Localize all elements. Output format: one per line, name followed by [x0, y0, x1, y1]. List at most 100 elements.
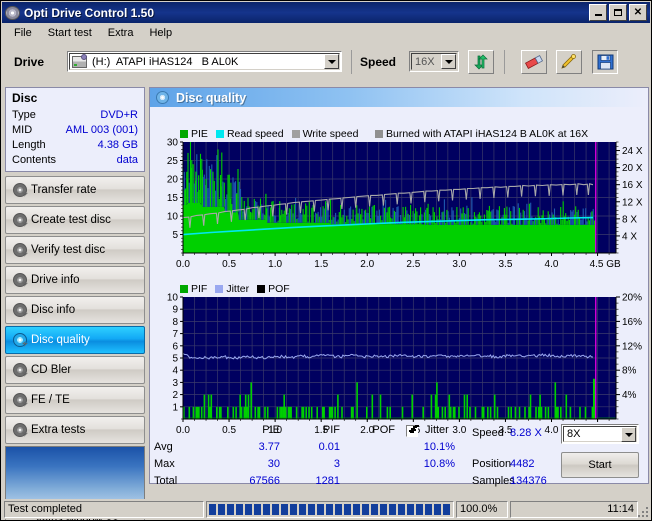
tools-button[interactable] — [556, 50, 582, 74]
progress-segment — [407, 503, 414, 515]
svg-text:7: 7 — [172, 329, 178, 340]
svg-text:0.0: 0.0 — [176, 259, 190, 270]
progress-segment — [335, 503, 342, 515]
refresh-button[interactable] — [468, 50, 494, 74]
disc-icon — [13, 213, 27, 227]
progress-segment — [299, 503, 306, 515]
progress-percent: 100.0% — [456, 500, 508, 518]
svg-text:12 X: 12 X — [622, 197, 643, 208]
progress-segment — [326, 503, 333, 515]
stats-max-pie: 30 — [267, 458, 280, 470]
drive-select[interactable]: (H:) ATAPI iHAS124 B AL0K — [67, 51, 342, 72]
disc-icon — [13, 183, 27, 197]
disc-quality-icon — [156, 91, 169, 104]
menu-extra[interactable]: Extra — [101, 25, 141, 41]
progress-segment — [353, 503, 360, 515]
progress-segment — [218, 503, 225, 515]
stats-max-jitter: 10.8% — [423, 458, 455, 470]
svg-text:1.0: 1.0 — [268, 259, 282, 270]
progress-segment — [227, 503, 234, 515]
sidebar-item-verify-test-disc[interactable]: Verify test disc — [5, 236, 145, 264]
disc-contents-label: Contents — [12, 154, 57, 166]
svg-text:20: 20 — [167, 175, 179, 186]
sidebar-item-fe-te[interactable]: FE / TE — [5, 386, 145, 414]
toolbar-separator-2 — [504, 50, 505, 74]
sidebar-item-label: Drive info — [31, 274, 80, 286]
svg-text:2.5: 2.5 — [406, 259, 420, 270]
svg-text:5: 5 — [172, 354, 178, 365]
resize-grip-icon[interactable] — [636, 505, 648, 517]
stats-speed-value: 8.28 X — [510, 427, 542, 439]
progress-segment — [281, 503, 288, 515]
sidebar-item-disc-quality[interactable]: Disc quality — [5, 326, 145, 354]
disc-icon — [13, 303, 27, 317]
progress-segment — [398, 503, 405, 515]
legend-swatch-jitter — [215, 285, 224, 293]
sidebar-item-disc-info[interactable]: Disc info — [5, 296, 145, 324]
eraser-icon — [524, 55, 544, 69]
chevron-down-icon[interactable] — [324, 54, 339, 69]
svg-text:8 X: 8 X — [622, 214, 637, 225]
progress-segment — [362, 503, 369, 515]
sidebar-item-label: Extra tests — [31, 424, 86, 436]
start-button[interactable]: Start — [561, 452, 639, 478]
drive-label: Drive — [14, 55, 45, 69]
sidebar-item-label: Verify test disc — [31, 244, 106, 256]
stats-avg-pie: 3.77 — [258, 441, 280, 453]
sidebar-item-drive-info[interactable]: Drive info — [5, 266, 145, 294]
progress-segment — [344, 503, 351, 515]
stats-header-pof: POF — [372, 424, 395, 436]
status-time: 11:14 — [510, 500, 638, 518]
svg-text:9: 9 — [172, 305, 178, 316]
svg-text:15: 15 — [167, 193, 179, 204]
svg-text:3: 3 — [172, 378, 178, 389]
svg-text:4.5 GB: 4.5 GB — [590, 259, 621, 270]
menu-help[interactable]: Help — [142, 25, 179, 41]
status-message: Test completed — [4, 500, 204, 518]
chevron-down-icon[interactable] — [621, 427, 636, 442]
speed-select-value: 16X — [415, 55, 435, 68]
disc-type-value: DVD+R — [100, 109, 138, 121]
disc-mid-value: AML 003 (001) — [65, 124, 138, 136]
svg-text:3.5: 3.5 — [498, 259, 512, 270]
menu-bar: File Start test Extra Help — [2, 23, 650, 43]
stats-row-label-avg: Avg — [154, 441, 173, 453]
svg-text:2: 2 — [172, 390, 178, 401]
menu-start-test[interactable]: Start test — [41, 25, 99, 41]
stats-position-value: 4482 — [510, 458, 535, 470]
sidebar-item-create-test-disc[interactable]: Create test disc — [5, 206, 145, 234]
sidebar-blue-panel — [5, 446, 145, 503]
svg-text:0.5: 0.5 — [222, 259, 236, 270]
erase-button[interactable] — [521, 50, 547, 74]
speed-select[interactable]: 16X — [409, 51, 459, 72]
maximize-button[interactable] — [609, 4, 627, 21]
result-speed-select[interactable]: 8X — [561, 424, 639, 444]
stats-header-pie: PIE — [262, 424, 280, 436]
svg-text:2.0: 2.0 — [360, 259, 374, 270]
svg-text:20 X: 20 X — [622, 163, 643, 174]
sidebar-item-cd-bler[interactable]: CD Bler — [5, 356, 145, 384]
sidebar-item-transfer-rate[interactable]: Transfer rate — [5, 176, 145, 204]
svg-text:1: 1 — [172, 402, 178, 413]
close-button[interactable]: ✕ — [629, 4, 647, 21]
progress-segment — [443, 503, 450, 515]
svg-text:4 X: 4 X — [622, 231, 637, 242]
main-panel: Disc quality PIE Read speed Write speed — [149, 87, 649, 487]
stats-avg-pif: 0.01 — [318, 441, 340, 453]
disc-icon — [13, 273, 27, 287]
jitter-checkbox[interactable] — [406, 425, 418, 437]
svg-text:3.0: 3.0 — [452, 259, 466, 270]
svg-text:30: 30 — [167, 138, 179, 149]
svg-text:12%: 12% — [622, 341, 642, 352]
sidebar-item-extra-tests[interactable]: Extra tests — [5, 416, 145, 444]
svg-text:5: 5 — [172, 230, 178, 241]
menu-file[interactable]: File — [7, 25, 39, 41]
stats-header-pif: PIF — [322, 424, 340, 436]
legend-swatch-burned-with — [375, 130, 383, 138]
chevron-down-icon[interactable] — [441, 54, 456, 69]
save-button[interactable] — [592, 50, 618, 74]
disc-info-row-contents: Contents data — [6, 153, 144, 171]
disc-info-row-mid: MID AML 003 (001) — [6, 123, 144, 138]
panel-title: Disc quality — [176, 90, 247, 105]
minimize-button[interactable] — [589, 4, 607, 21]
